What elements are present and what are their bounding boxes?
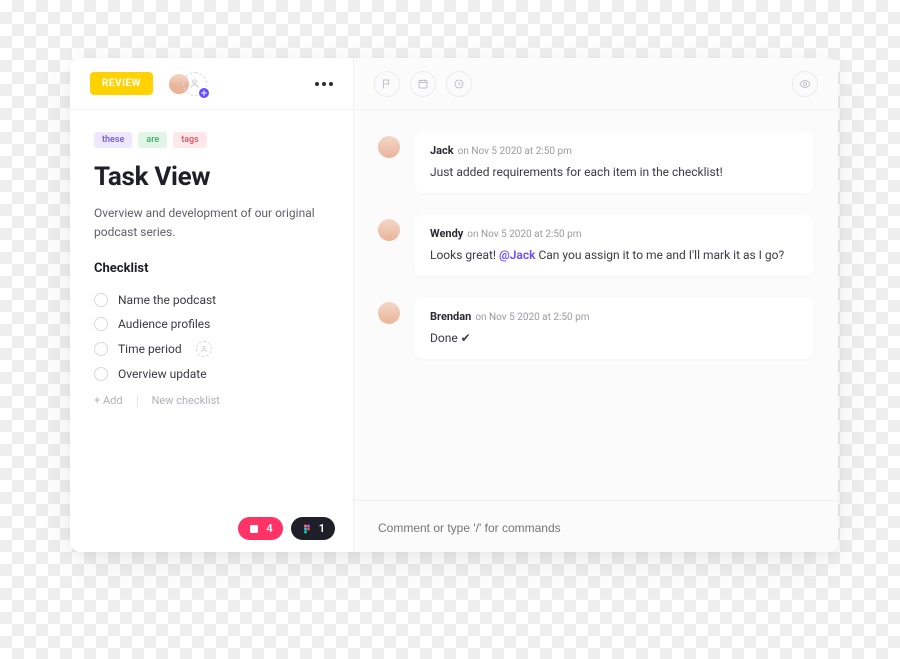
mention[interactable]: @Jack <box>499 248 535 262</box>
clock-icon <box>453 78 465 90</box>
checkbox[interactable] <box>94 317 108 331</box>
figma-icon <box>301 523 313 535</box>
person-icon <box>200 345 208 353</box>
avatar[interactable] <box>378 302 400 324</box>
avatar[interactable] <box>378 219 400 241</box>
comment-body: Looks great! @Jack Can you assign it to … <box>430 246 798 264</box>
comment-author: Jack <box>430 144 454 157</box>
dot-icon <box>315 82 319 86</box>
task-card: REVIEW these aretags Task View Overview a… <box>70 58 838 552</box>
flag-button[interactable] <box>374 71 400 97</box>
right-header <box>354 58 838 110</box>
checklist-item[interactable]: Name the podcast <box>94 288 329 312</box>
assignee-avatars[interactable] <box>167 72 207 96</box>
comment-meta: Brendan on Nov 5 2020 at 2:50 pm <box>430 310 798 323</box>
comment-author: Wendy <box>430 227 463 240</box>
attachment-pill-figma[interactable]: 1 <box>291 517 335 540</box>
checklist-item-label: Time period <box>118 342 182 356</box>
right-panel: Jack on Nov 5 2020 at 2:50 pm Just added r… <box>354 58 838 552</box>
checkbox[interactable] <box>94 293 108 307</box>
eye-icon <box>799 78 811 90</box>
comment-body: Done ✔ <box>430 329 798 347</box>
comment-bubble: Wendy on Nov 5 2020 at 2:50 pm Looks great… <box>414 215 814 276</box>
plus-icon <box>200 89 208 97</box>
task-title[interactable]: Task View <box>94 162 329 192</box>
comment-date: on Nov 5 2020 at 2:50 pm <box>458 146 572 157</box>
comment-meta: Wendy on Nov 5 2020 at 2:50 pm <box>430 227 798 240</box>
checklist-item[interactable]: Overview update <box>94 362 329 386</box>
checklist-item-label: Name the podcast <box>118 293 216 307</box>
assign-person-hint[interactable] <box>196 341 212 357</box>
checkbox[interactable] <box>94 342 108 356</box>
comment: Jack on Nov 5 2020 at 2:50 pm Just added r… <box>378 132 814 193</box>
attachment-count: 4 <box>266 522 272 535</box>
time-button[interactable] <box>446 71 472 97</box>
comment-date: on Nov 5 2020 at 2:50 pm <box>475 312 589 323</box>
calendar-icon <box>417 78 429 90</box>
comment-bubble: Brendan on Nov 5 2020 at 2:50 pm Done ✔ <box>414 298 814 359</box>
flag-icon <box>381 78 393 90</box>
tag[interactable]: tags <box>173 132 207 148</box>
comment-composer <box>354 500 838 552</box>
dot-icon <box>322 82 326 86</box>
comment-input[interactable] <box>378 521 814 535</box>
new-checklist-button[interactable]: New checklist <box>152 394 220 407</box>
more-menu-button[interactable] <box>315 82 333 86</box>
comment: Brendan on Nov 5 2020 at 2:50 pm Done ✔ <box>378 298 814 359</box>
invision-icon <box>248 523 260 535</box>
checklist-item[interactable]: Audience profiles <box>94 312 329 336</box>
tag[interactable]: are <box>138 132 167 148</box>
checklist-item-label: Overview update <box>118 367 207 381</box>
checklist-item-label: Audience profiles <box>118 317 210 331</box>
checkbox[interactable] <box>94 367 108 381</box>
comment-body: Just added requirements for each item in… <box>430 163 798 181</box>
left-body: these aretags Task View Overview and deve… <box>70 110 353 505</box>
comments-list: Jack on Nov 5 2020 at 2:50 pm Just added r… <box>354 110 838 500</box>
checklist-actions: + Add New checklist <box>94 394 329 407</box>
add-checklist-item-button[interactable]: + Add <box>94 394 123 407</box>
attachment-count: 1 <box>319 522 325 535</box>
comment-text: Looks great! <box>430 248 499 262</box>
tag[interactable]: these <box>94 132 132 148</box>
left-header: REVIEW <box>70 58 353 110</box>
comment-text: Can you assign it to me and I'll mark it… <box>535 248 784 262</box>
task-description[interactable]: Overview and development of our original… <box>94 204 329 241</box>
tag-row: these aretags <box>94 132 329 148</box>
comment-meta: Jack on Nov 5 2020 at 2:50 pm <box>430 144 798 157</box>
date-button[interactable] <box>410 71 436 97</box>
comment-date: on Nov 5 2020 at 2:50 pm <box>467 229 581 240</box>
divider <box>137 395 138 407</box>
watch-button[interactable] <box>792 71 818 97</box>
add-assignee-button[interactable] <box>197 86 211 100</box>
comment-bubble: Jack on Nov 5 2020 at 2:50 pm Just added r… <box>414 132 814 193</box>
comment: Wendy on Nov 5 2020 at 2:50 pm Looks great… <box>378 215 814 276</box>
comment-author: Brendan <box>430 310 471 323</box>
dot-icon <box>329 82 333 86</box>
checklist-item[interactable]: Time period <box>94 336 329 362</box>
status-badge[interactable]: REVIEW <box>90 72 153 95</box>
left-panel: REVIEW these aretags Task View Overview a… <box>70 58 354 552</box>
avatar[interactable] <box>378 136 400 158</box>
checklist: Name the podcast Audience profiles Time pe… <box>94 288 329 386</box>
attachment-pill-invision[interactable]: 4 <box>238 517 282 540</box>
checklist-heading: Checklist <box>94 261 329 276</box>
attachment-pills: 41 <box>70 505 353 552</box>
